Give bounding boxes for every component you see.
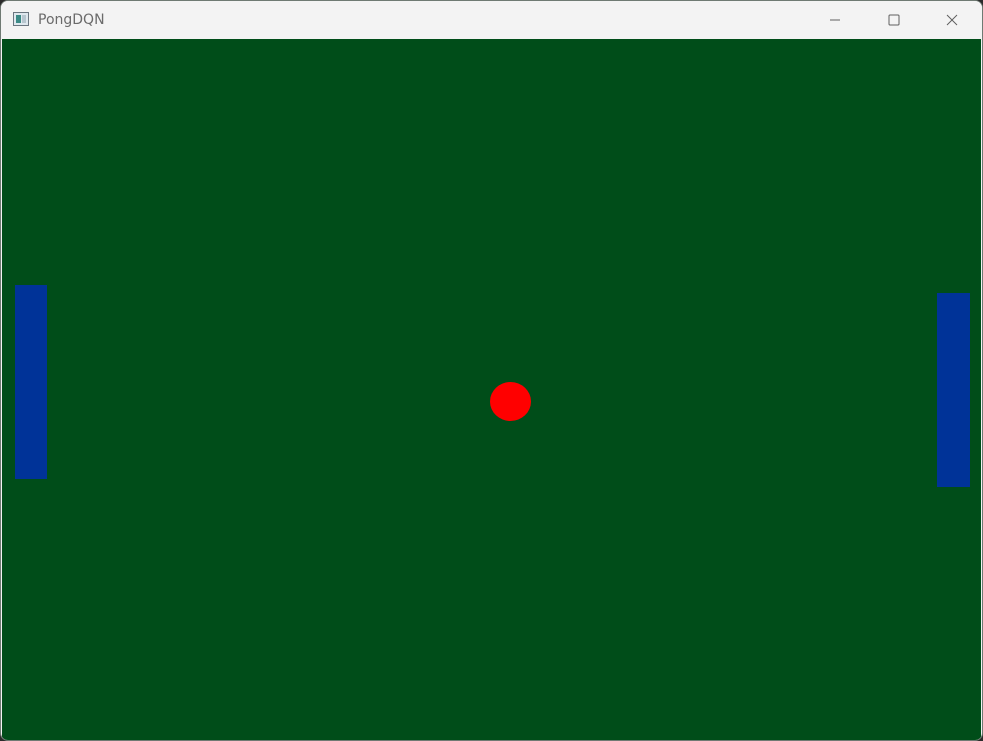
window-title: PongDQN [38,12,105,28]
right-paddle [937,293,970,487]
minimize-button[interactable] [806,1,864,39]
app-window: PongDQN [0,0,983,741]
close-button[interactable] [923,1,981,39]
game-canvas[interactable] [2,39,981,740]
left-paddle [15,285,47,479]
maximize-icon [888,14,900,26]
minimize-icon [830,19,840,21]
ball [490,382,531,421]
close-icon [946,14,958,26]
title-bar[interactable]: PongDQN [1,1,982,39]
maximize-button[interactable] [865,1,923,39]
app-window-icon [13,12,29,26]
